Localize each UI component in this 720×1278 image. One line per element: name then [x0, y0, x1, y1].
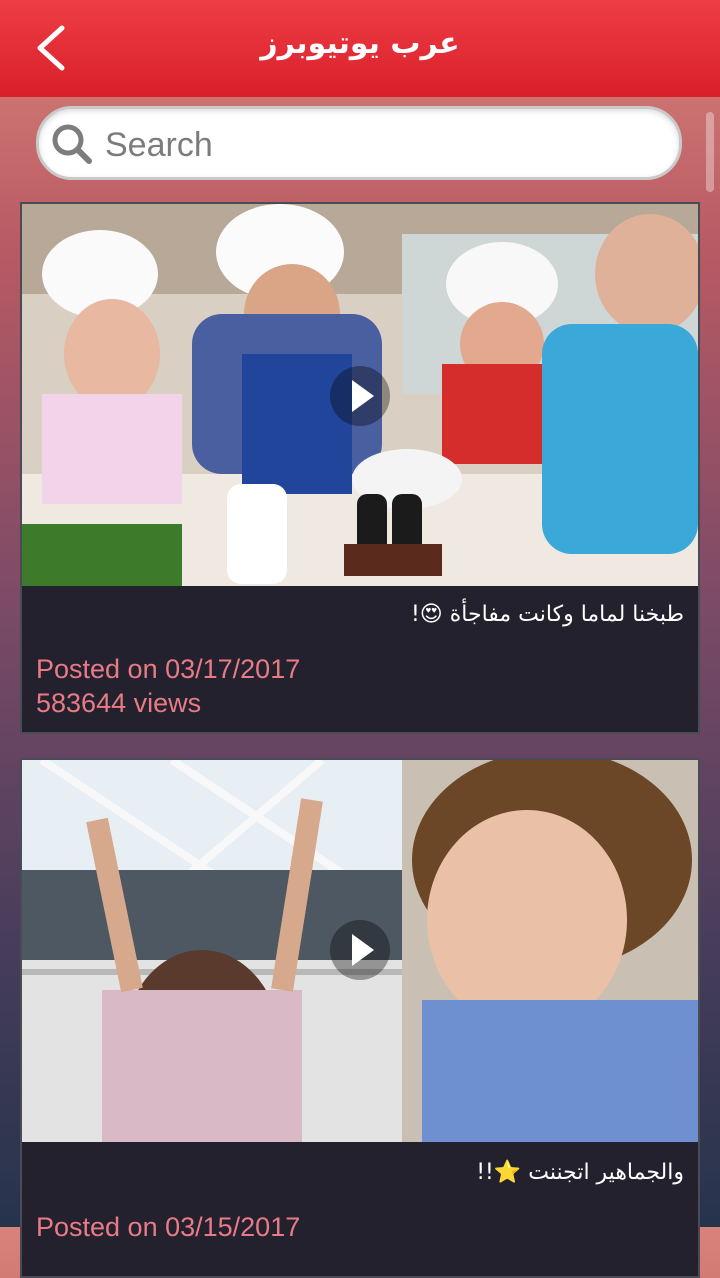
page-title: عرب يوتيوبرز: [260, 26, 460, 61]
search-input[interactable]: [103, 119, 667, 171]
video-title: طبخنا لماما وكانت مفاجأة 😍!: [44, 602, 684, 627]
scrollbar[interactable]: [706, 112, 714, 192]
app-bar: عرب يوتيوبرز: [0, 0, 720, 97]
video-title: والجماهير اتجننت ⭐!!: [44, 1160, 684, 1185]
video-title-text: والجماهير اتجننت: [528, 1160, 684, 1185]
video-title-emoji: 😍!: [410, 602, 443, 627]
posted-date: Posted on 03/15/2017: [36, 1212, 301, 1242]
view-count: 583644 views: [36, 688, 202, 718]
video-thumbnail[interactable]: [22, 760, 698, 1142]
video-title-emoji: ⭐!!: [476, 1160, 522, 1185]
play-icon: [330, 366, 390, 426]
video-title-text: طبخنا لماما وكانت مفاجأة: [449, 602, 684, 627]
posted-date: Posted on 03/17/2017: [36, 654, 301, 684]
search-icon: [52, 124, 92, 164]
video-card[interactable]: طبخنا لماما وكانت مفاجأة 😍! Posted on 03…: [20, 202, 700, 734]
play-icon: [330, 920, 390, 980]
search-bar[interactable]: [36, 106, 682, 180]
video-thumbnail[interactable]: [22, 204, 698, 586]
video-card[interactable]: والجماهير اتجننت ⭐!! Posted on 03/15/201…: [20, 758, 700, 1278]
